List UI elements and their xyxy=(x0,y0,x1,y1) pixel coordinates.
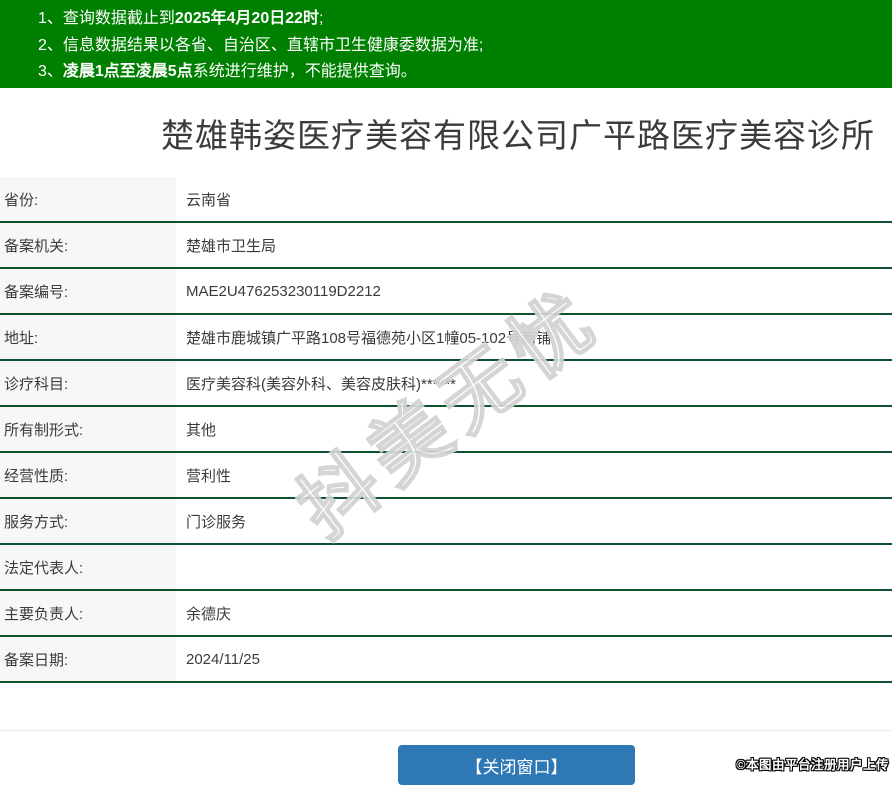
row-value: 楚雄市卫生局 xyxy=(186,237,277,255)
table-row-diagnosis-subjects: 诊疗科目: 医疗美容科(美容外科、美容皮肤科)****** xyxy=(0,361,892,407)
table-row-ownership-form: 所有制形式: 其他 xyxy=(0,407,892,453)
row-label: 地址: xyxy=(0,315,176,359)
record-table: 省份: 云南省 备案机关: 楚雄市卫生局 备案编号: MAE2U47625323… xyxy=(0,177,892,683)
close-window-button[interactable]: 【关闭窗口】 xyxy=(398,745,635,785)
notice-text: 系统进行维护，不能提供查询。 xyxy=(192,63,417,80)
row-value xyxy=(176,545,892,589)
notice-number: 3、 xyxy=(38,63,63,80)
row-value: 2024/11/25 xyxy=(186,650,260,668)
notice-line-2: 2、信息数据结果以各省、自治区、直辖市卫生健康委数据为准; xyxy=(38,33,882,60)
table-row-address: 地址: 楚雄市鹿城镇广平路108号福德苑小区1幢05-102号商铺 xyxy=(0,315,892,361)
row-label: 经营性质: xyxy=(0,453,176,497)
row-value: 楚雄市鹿城镇广平路108号福德苑小区1幢05-102号商铺 xyxy=(186,329,552,347)
row-value: 营利性 xyxy=(186,467,232,485)
notice-banner: 1、查询数据截止到2025年4月20日22时; 2、信息数据结果以各省、自治区、… xyxy=(0,0,892,88)
notice-line-1: 1、查询数据截止到2025年4月20日22时; xyxy=(38,6,882,33)
footer-divider xyxy=(0,730,892,731)
row-label: 备案日期: xyxy=(0,637,176,681)
row-value: MAE2U476253230119D2212 xyxy=(186,282,381,300)
notice-number: 2、 xyxy=(38,36,63,54)
row-value: 余德庆 xyxy=(186,605,232,623)
table-row-legal-representative: 法定代表人: xyxy=(0,545,892,591)
row-label: 服务方式: xyxy=(0,499,176,543)
row-label: 法定代表人: xyxy=(0,545,176,589)
row-value: 医疗美容科(美容外科、美容皮肤科)****** xyxy=(186,375,457,393)
table-row-service-mode: 服务方式: 门诊服务 xyxy=(0,499,892,545)
title-area: 楚雄韩姿医疗美容有限公司广平路医疗美容诊所 xyxy=(0,88,892,177)
notice-text: 查询数据截止到 xyxy=(62,10,175,27)
copyright-stamp: ©本图由平台注册用户上传 xyxy=(736,758,889,772)
table-row-filing-date: 备案日期: 2024/11/25 xyxy=(0,637,892,683)
table-row-province: 省份: 云南省 xyxy=(0,177,892,223)
notice-line-3: 3、凌晨1点至凌晨5点系统进行维护，不能提供查询。 xyxy=(38,59,882,86)
row-label: 主要负责人: xyxy=(0,591,176,635)
table-row-filing-number: 备案编号: MAE2U476253230119D2212 xyxy=(0,269,892,315)
notice-number: 1、 xyxy=(38,10,63,27)
row-value: 门诊服务 xyxy=(186,513,247,531)
row-label: 备案机关: xyxy=(0,223,176,267)
page-title: 楚雄韩姿医疗美容有限公司广平路医疗美容诊所 xyxy=(161,116,875,154)
row-value: 其他 xyxy=(186,421,217,439)
notice-text: ; xyxy=(319,10,324,27)
notice-text: 信息数据结果以各省、自治区、直辖市卫生健康委数据为准; xyxy=(62,36,484,54)
table-row-filing-authority: 备案机关: 楚雄市卫生局 xyxy=(0,223,892,269)
row-label: 备案编号: xyxy=(0,269,176,313)
table-row-business-nature: 经营性质: 营利性 xyxy=(0,453,892,499)
notice-text-bold: 2025年4月20日22时 xyxy=(174,10,320,27)
row-label: 省份: xyxy=(0,177,176,221)
notice-text-bold: 凌晨1点至凌晨5点 xyxy=(62,63,193,80)
row-label: 诊疗科目: xyxy=(0,361,176,405)
row-value: 云南省 xyxy=(186,191,232,209)
row-label: 所有制形式: xyxy=(0,407,176,451)
table-row-main-person-in-charge: 主要负责人: 余德庆 xyxy=(0,591,892,637)
